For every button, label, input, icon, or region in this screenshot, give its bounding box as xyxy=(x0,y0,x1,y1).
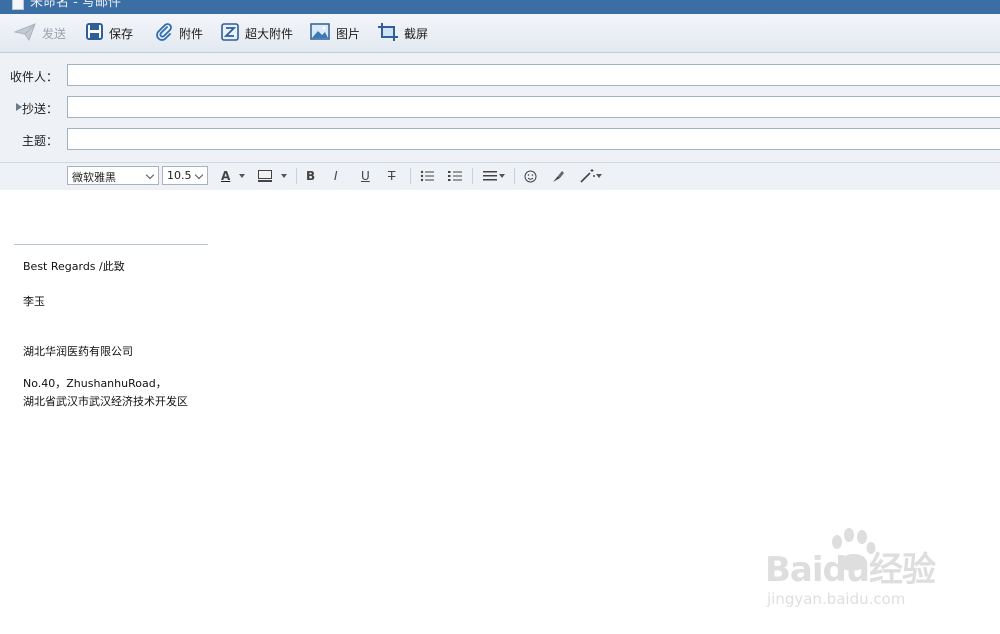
subject-row: 主题： xyxy=(0,128,1000,152)
align-button[interactable] xyxy=(483,168,505,184)
italic-icon: I xyxy=(334,169,338,183)
main-toolbar: 发送 保存 附件 超大附件 图片 截屏 xyxy=(0,14,1000,53)
save-button[interactable]: 保存 xyxy=(86,23,133,43)
signature-company: 湖北华润医药有限公司 xyxy=(23,345,133,358)
chevron-down-icon xyxy=(194,170,204,180)
font-color-icon: A xyxy=(221,169,231,183)
watermark-url: jingyan.baidu.com xyxy=(767,590,906,608)
window-title: 未命名 - 写邮件 xyxy=(30,0,121,10)
format-painter-button[interactable] xyxy=(551,168,565,184)
strikethrough-button[interactable]: T xyxy=(388,168,395,184)
underline-icon: U xyxy=(361,169,370,183)
bullet-list-icon xyxy=(420,170,434,182)
image-label: 图片 xyxy=(336,26,361,41)
caret-down-icon xyxy=(239,174,246,178)
magic-wand-icon xyxy=(580,169,595,183)
caret-down-icon xyxy=(499,174,505,178)
large-attachment-label: 超大附件 xyxy=(245,26,294,41)
subject-field[interactable] xyxy=(67,128,1000,150)
watermark-brand: Baidu经验 xyxy=(765,550,936,590)
paperclip-icon xyxy=(155,22,173,44)
large-attachment-button[interactable]: 超大附件 xyxy=(221,22,294,44)
large-attachment-icon xyxy=(221,22,239,44)
numbered-list-icon xyxy=(448,171,462,181)
bold-icon: B xyxy=(306,169,316,183)
signature-address-line2: 湖北省武汉市武汉经济技术开发区 xyxy=(23,395,188,408)
bullet-list-button[interactable] xyxy=(420,168,434,184)
signature-divider xyxy=(14,244,208,245)
italic-button[interactable]: I xyxy=(334,168,338,184)
smiley-icon xyxy=(524,170,537,182)
signature-address-line1: No.40，ZhushanhuRoad， xyxy=(23,377,167,390)
font-color-button[interactable]: A xyxy=(221,168,246,184)
brush-icon xyxy=(553,170,564,182)
title-bar: 未命名 - 写邮件 xyxy=(0,0,1000,14)
crop-icon xyxy=(378,22,398,44)
highlight-icon xyxy=(258,170,272,182)
separator xyxy=(410,168,411,184)
caret-down-icon xyxy=(281,174,287,178)
document-icon xyxy=(12,0,24,10)
compose-header: 收件人： 抄送： 主题： xyxy=(0,53,1000,162)
format-toolbar: 微软雅黑 10.5 A B I U T xyxy=(0,162,1000,191)
cc-field[interactable] xyxy=(67,96,1000,118)
separator xyxy=(514,168,515,184)
cc-label: 抄送： xyxy=(21,102,58,116)
baidu-watermark: Baidu经验 jingyan.baidu.com xyxy=(765,528,975,618)
screenshot-button[interactable]: 截屏 xyxy=(378,22,429,44)
to-row: 收件人： xyxy=(0,64,1000,88)
save-label: 保存 xyxy=(109,26,134,41)
signature-regards: Best Regards /此致 xyxy=(23,260,125,273)
subject-label: 主题： xyxy=(21,134,58,148)
emoji-button[interactable] xyxy=(524,168,537,184)
attachment-button[interactable]: 附件 xyxy=(155,22,204,44)
chevron-down-icon xyxy=(145,170,155,180)
font-family-value: 微软雅黑 xyxy=(72,171,116,184)
attachment-label: 附件 xyxy=(179,26,204,41)
signature-name: 李玉 xyxy=(23,295,45,308)
send-icon xyxy=(13,22,36,44)
image-icon xyxy=(310,23,330,43)
align-icon xyxy=(483,171,497,181)
save-icon xyxy=(86,23,103,43)
image-button[interactable]: 图片 xyxy=(310,23,360,43)
separator xyxy=(296,168,297,184)
bold-button[interactable]: B xyxy=(306,168,315,184)
send-label: 发送 xyxy=(42,26,67,41)
caret-down-icon xyxy=(596,174,602,178)
underline-button[interactable]: U xyxy=(361,168,370,184)
cc-row: 抄送： xyxy=(0,96,1000,120)
highlight-button[interactable] xyxy=(258,168,287,184)
strikethrough-icon: T xyxy=(388,169,396,183)
send-button[interactable]: 发送 xyxy=(13,22,67,44)
to-field[interactable] xyxy=(67,64,1000,86)
font-size-select[interactable]: 10.5 xyxy=(162,166,208,185)
numbered-list-button[interactable] xyxy=(448,168,462,184)
magic-wand-button[interactable] xyxy=(580,168,602,184)
screenshot-label: 截屏 xyxy=(404,26,429,41)
separator xyxy=(472,168,473,184)
font-size-value: 10.5 xyxy=(167,169,192,182)
to-label: 收件人： xyxy=(9,70,58,84)
font-family-select[interactable]: 微软雅黑 xyxy=(67,166,159,185)
